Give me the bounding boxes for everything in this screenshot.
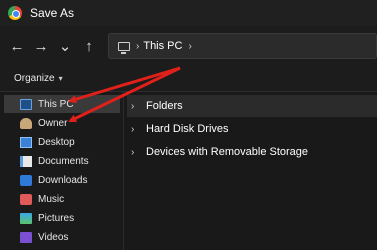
sidebar-item-label: Videos	[38, 231, 69, 243]
sidebar-item-label: Documents	[38, 155, 89, 167]
sidebar-item-music[interactable]: Music	[4, 190, 120, 208]
group-removable-storage[interactable]: › Devices with Removable Storage	[127, 141, 377, 163]
address-bar[interactable]: › This PC ›	[108, 33, 377, 59]
navigation-pane: This PC Owner Desktop Documents Download…	[0, 92, 124, 250]
documents-icon	[20, 155, 32, 167]
user-folder-icon	[20, 117, 32, 129]
address-trailing-separator[interactable]: ›	[188, 41, 191, 52]
group-label: Hard Disk Drives	[146, 123, 229, 135]
downloads-icon	[20, 174, 32, 186]
sidebar-item-label: Owner	[38, 117, 68, 129]
content-pane: › Folders › Hard Disk Drives › Devices w…	[125, 92, 377, 250]
sidebar-item-pictures[interactable]: Pictures	[4, 209, 120, 227]
group-label: Folders	[146, 100, 183, 112]
music-icon	[20, 193, 32, 205]
group-folders[interactable]: › Folders	[127, 95, 377, 117]
arrow-right-icon[interactable]: →	[29, 34, 53, 58]
command-toolbar: Organize ▾	[0, 66, 377, 92]
sidebar-item-this-pc[interactable]: This PC	[4, 95, 120, 113]
sidebar-item-label: Desktop	[38, 136, 75, 148]
sidebar-item-documents[interactable]: Documents	[4, 152, 120, 170]
window-title: Save As	[30, 6, 75, 20]
desktop-icon	[20, 136, 32, 148]
address-location[interactable]: This PC	[143, 40, 182, 52]
chevron-right-icon[interactable]: ›	[131, 101, 143, 112]
group-hard-disk-drives[interactable]: › Hard Disk Drives	[127, 118, 377, 140]
caret-down-icon: ▾	[58, 74, 63, 83]
videos-icon	[20, 231, 32, 243]
computer-icon	[20, 98, 32, 110]
chevron-right-icon[interactable]: ›	[131, 147, 143, 158]
sidebar-item-desktop[interactable]: Desktop	[4, 133, 120, 151]
chevron-down-icon[interactable]: ⌄	[53, 34, 77, 58]
chrome-icon	[8, 6, 22, 20]
sidebar-item-label: Downloads	[38, 174, 88, 186]
sidebar-item-label: Pictures	[38, 212, 75, 224]
organize-button[interactable]: Organize ▾	[14, 73, 63, 84]
pictures-icon	[20, 212, 32, 224]
organize-label: Organize	[14, 73, 55, 84]
arrow-up-icon[interactable]: ↑	[77, 34, 101, 58]
sidebar-item-owner[interactable]: Owner	[4, 114, 120, 132]
sidebar-item-label: Music	[38, 193, 65, 205]
computer-icon	[118, 41, 130, 54]
chevron-right-icon[interactable]: ›	[131, 124, 143, 135]
title-bar: Save As	[0, 0, 377, 26]
sidebar-item-videos[interactable]: Videos	[4, 228, 120, 246]
address-separator[interactable]: ›	[136, 41, 139, 52]
sidebar-item-downloads[interactable]: Downloads	[4, 171, 120, 189]
group-label: Devices with Removable Storage	[146, 146, 309, 158]
arrow-left-icon[interactable]: ←	[5, 34, 29, 58]
sidebar-item-label: This PC	[38, 98, 74, 110]
